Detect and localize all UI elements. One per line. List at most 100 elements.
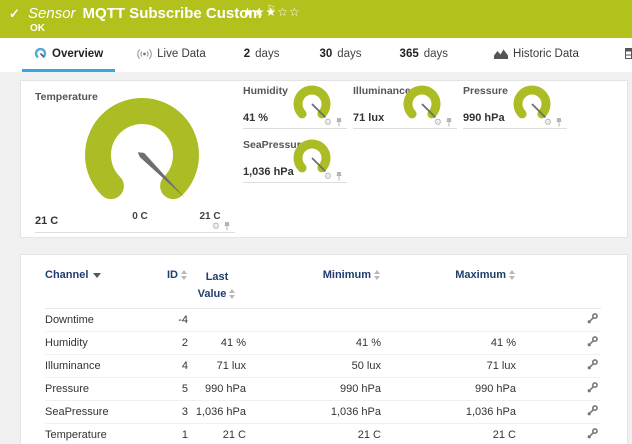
sort-caret-icon — [93, 273, 101, 278]
tile-divider — [243, 128, 347, 129]
table-header-row: Channel ID Last Value Minimum Maximum — [45, 255, 601, 309]
table-row: Illuminance 4 71 lux 50 lux 71 lux — [45, 355, 601, 378]
cell-channel: Pressure — [45, 383, 145, 395]
cell-id: 5 — [145, 383, 188, 395]
sensor-title: MQTT Subscribe Custom — [83, 5, 262, 22]
gauge-value: 71 lux — [353, 112, 384, 124]
column-header-maximum[interactable]: Maximum — [381, 269, 516, 281]
tile-divider — [463, 128, 567, 129]
channel-gear-icon[interactable]: ⚙ — [324, 118, 332, 127]
cell-channel: Humidity — [45, 337, 145, 349]
cell-channel: Temperature — [45, 429, 145, 441]
sort-icon — [509, 270, 516, 280]
channel-pin-icon[interactable] — [335, 171, 343, 181]
channel-settings-wrench-icon[interactable] — [586, 404, 601, 420]
channel-gear-icon[interactable]: ⚙ — [324, 172, 332, 181]
live-data-icon — [137, 48, 152, 60]
gauge-tile-humidity[interactable]: Humidity 41 % ⚙ — [243, 83, 347, 129]
channel-pin-icon[interactable] — [555, 117, 563, 127]
cell-id: 1 — [145, 429, 188, 441]
historic-data-icon — [494, 48, 508, 59]
gauge-value: 21 C — [35, 215, 58, 227]
sort-icon — [181, 270, 188, 280]
cell-minimum: 50 lux — [246, 360, 381, 372]
temperature-gauge — [67, 91, 217, 213]
tile-divider — [243, 182, 347, 183]
channel-gear-icon[interactable]: ⚙ — [434, 118, 442, 127]
gauge-label: Humidity — [243, 85, 288, 97]
gauge-tile-seapressure[interactable]: SeaPressure 1,036 hPa ⚙ — [243, 137, 347, 183]
column-header-minimum[interactable]: Minimum — [246, 269, 381, 281]
channel-settings-wrench-icon[interactable] — [586, 427, 601, 443]
tab-bar: Overview Live Data 2 days 30 days 365 da… — [0, 38, 632, 72]
tab-2-days-number: 2 — [244, 48, 250, 60]
gauge-tile-pressure[interactable]: Pressure 990 hPa ⚙ — [463, 83, 567, 129]
tab-overview-label: Overview — [52, 48, 103, 60]
tab-365-days-number: 365 — [400, 48, 419, 60]
channel-settings-wrench-icon[interactable] — [586, 358, 601, 374]
cell-last-value: 41 % — [188, 335, 246, 352]
gauge-value: 990 hPa — [463, 112, 505, 124]
tab-365-days[interactable]: 365 days — [388, 38, 460, 72]
tab-2-days-unit: days — [255, 48, 279, 60]
cell-maximum: 71 lux — [381, 360, 516, 372]
tab-live-data[interactable]: Live Data — [125, 38, 218, 72]
tile-divider — [353, 128, 457, 129]
cell-id: 4 — [145, 360, 188, 372]
cell-minimum: 990 hPa — [246, 383, 381, 395]
sensor-titleline: SensorMQTT Subscribe Custom⚐ — [28, 4, 276, 22]
gauge-tile-temperature[interactable]: Temperature 0 C 21 C 21 C ⚙ — [33, 85, 235, 233]
status-badge: OK — [30, 23, 45, 34]
cell-id: 2 — [145, 337, 188, 349]
channel-table: Channel ID Last Value Minimum Maximum Do… — [20, 254, 628, 444]
table-row: Humidity 2 41 % 41 % 41 % — [45, 332, 601, 355]
cell-channel: Downtime — [45, 314, 145, 326]
gauge-scale-min: 0 C — [123, 211, 157, 222]
cell-last-value: 1,036 hPa — [188, 404, 246, 421]
channel-pin-icon[interactable] — [223, 221, 231, 231]
cell-channel: SeaPressure — [45, 406, 145, 418]
tab-live-data-label: Live Data — [157, 48, 206, 60]
channel-gear-icon[interactable]: ⚙ — [212, 222, 220, 231]
gauge-tile-illuminance[interactable]: Illuminance 71 lux ⚙ — [353, 83, 457, 129]
tile-divider — [35, 232, 235, 233]
column-header-last-value[interactable]: Last Value — [188, 269, 246, 302]
log-icon — [625, 48, 632, 59]
cell-maximum: 21 C — [381, 429, 516, 441]
table-row: Temperature 1 21 C 21 C 21 C — [45, 424, 601, 444]
status-check-icon: ✓ — [9, 6, 20, 22]
cell-last-value: 71 lux — [188, 358, 246, 375]
cell-minimum: 1,036 hPa — [246, 406, 381, 418]
tab-30-days-unit: days — [337, 48, 361, 60]
cell-maximum: 1,036 hPa — [381, 406, 516, 418]
cell-maximum: 41 % — [381, 337, 516, 349]
tab-log[interactable]: Log — [613, 38, 632, 72]
channel-settings-wrench-icon[interactable] — [586, 335, 601, 351]
tab-365-days-unit: days — [424, 48, 448, 60]
cell-minimum: 21 C — [246, 429, 381, 441]
column-header-channel[interactable]: Channel — [45, 269, 145, 281]
gauge-value: 1,036 hPa — [243, 166, 294, 178]
channel-pin-icon[interactable] — [445, 117, 453, 127]
tab-2-days[interactable]: 2 days — [232, 38, 292, 72]
tab-30-days-number: 30 — [319, 48, 332, 60]
gauge-label: Pressure — [463, 85, 508, 97]
channel-pin-icon[interactable] — [335, 117, 343, 127]
cell-id: -4 — [145, 314, 188, 326]
table-row: SeaPressure 3 1,036 hPa 1,036 hPa 1,036 … — [45, 401, 601, 424]
table-row: Downtime -4 — [45, 309, 601, 332]
tab-historic-data-label: Historic Data — [513, 48, 579, 60]
tab-historic-data[interactable]: Historic Data — [482, 38, 591, 72]
column-header-id[interactable]: ID — [145, 269, 188, 281]
tab-30-days[interactable]: 30 days — [307, 38, 373, 72]
gauges-panel: Temperature 0 C 21 C 21 C ⚙ Humidity 41 … — [20, 80, 628, 238]
channel-settings-wrench-icon[interactable] — [586, 312, 601, 328]
cell-maximum: 990 hPa — [381, 383, 516, 395]
channel-settings-wrench-icon[interactable] — [586, 381, 601, 397]
channel-gear-icon[interactable]: ⚙ — [544, 118, 552, 127]
sensor-header: ✓ SensorMQTT Subscribe Custom⚐ ★★★☆☆ OK — [0, 0, 632, 38]
cell-minimum: 41 % — [246, 337, 381, 349]
tab-overview[interactable]: Overview — [22, 38, 115, 72]
priority-stars[interactable]: ★★★☆☆ — [242, 5, 301, 19]
sort-icon — [374, 270, 381, 280]
